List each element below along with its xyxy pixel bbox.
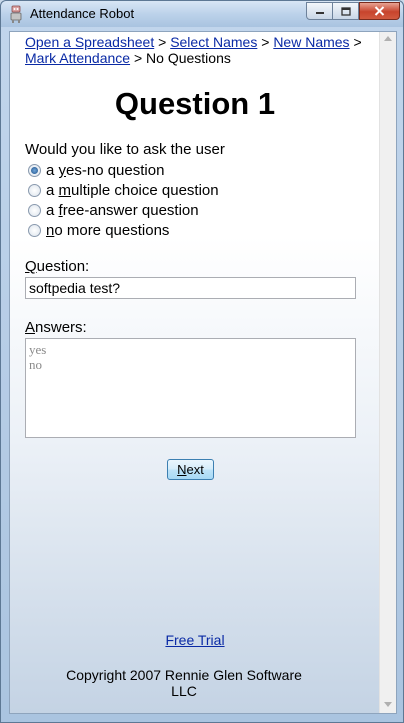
scroll-up-arrow-icon[interactable] <box>384 36 392 41</box>
title-bar[interactable]: Attendance Robot <box>1 1 403 27</box>
breadcrumb-separator: > <box>261 34 270 50</box>
minimize-icon <box>315 12 324 14</box>
breadcrumb-link-select-names[interactable]: Select Names <box>170 34 257 50</box>
scroll-down-arrow-icon[interactable] <box>384 702 392 707</box>
radio-yes-no-question[interactable]: a yes-no question <box>28 162 164 179</box>
page-title: Question 1 <box>114 86 276 121</box>
radio-button[interactable] <box>28 224 41 237</box>
breadcrumb-separator: > <box>353 34 362 50</box>
radio-no-more-questions[interactable]: no more questions <box>28 222 169 239</box>
next-button[interactable]: Next <box>167 459 214 480</box>
answer-line: yes <box>29 342 47 357</box>
breadcrumb-current: No Questions <box>146 50 231 66</box>
answers-textarea[interactable]: yes no <box>25 338 356 438</box>
question-type-prompt: Would you like to ask the user <box>25 141 225 158</box>
radio-free-answer-question[interactable]: a free-answer question <box>28 202 199 219</box>
robot-icon <box>10 5 22 23</box>
radio-label: a free-answer question <box>46 202 199 219</box>
radio-button[interactable] <box>28 204 41 217</box>
window-title: Attendance Robot <box>30 6 135 21</box>
radio-label: no more questions <box>46 222 170 239</box>
breadcrumb-link-open-spreadsheet[interactable]: Open a Spreadsheet <box>25 34 154 50</box>
maximize-icon <box>340 6 351 16</box>
radio-button-checked[interactable] <box>28 164 41 177</box>
breadcrumb-link-new-names[interactable]: New Names <box>273 34 349 50</box>
breadcrumb-link-mark-attendance[interactable]: Mark Attendance <box>25 50 130 66</box>
question-input[interactable] <box>25 277 356 299</box>
radio-multiple-choice-question[interactable]: a multiple choice question <box>28 182 219 199</box>
question-label: Question: <box>25 258 90 275</box>
minimize-button[interactable] <box>306 2 333 20</box>
answers-label: Answers: <box>25 319 87 336</box>
close-icon <box>374 6 385 16</box>
vertical-scrollbar[interactable] <box>379 32 396 713</box>
app-window: Attendance Robot Open a Spreadsheet > Se… <box>0 0 404 723</box>
radio-label: a multiple choice question <box>46 182 219 199</box>
answer-line: no <box>29 357 42 372</box>
radio-label: a yes-no question <box>46 162 165 179</box>
breadcrumb: Open a Spreadsheet > Select Names > New … <box>25 34 365 66</box>
breadcrumb-separator: > <box>158 34 167 50</box>
radio-button[interactable] <box>28 184 41 197</box>
breadcrumb-separator: > <box>133 50 143 66</box>
free-trial-link[interactable]: Free Trial <box>10 632 380 648</box>
client-area: Open a Spreadsheet > Select Names > New … <box>9 31 397 714</box>
maximize-button[interactable] <box>332 2 359 20</box>
copyright-text: Copyright 2007 Rennie Glen Software LLC <box>66 667 302 699</box>
close-button[interactable] <box>359 2 400 20</box>
